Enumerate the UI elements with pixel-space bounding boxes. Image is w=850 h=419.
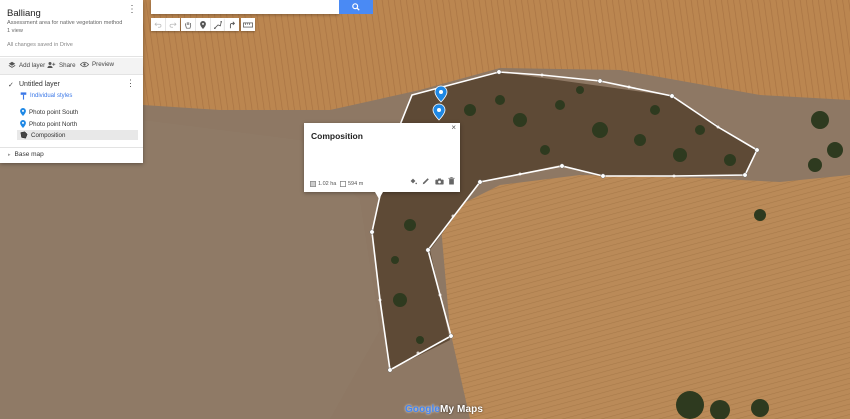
measure-button[interactable] [241,18,255,31]
pan-hand-icon [185,21,192,29]
divider [0,74,143,75]
feature-label: Composition [31,131,66,139]
draw-line-button[interactable] [211,18,225,31]
perimeter-measurement: 594 m [340,181,363,187]
style-button[interactable] [408,176,418,186]
add-layer-icon [8,61,16,68]
google-my-maps-logo: GoogleMy Maps [405,404,483,415]
share-icon [47,62,56,68]
add-marker-button[interactable] [196,18,211,31]
share-button[interactable]: Share [47,61,76,69]
map-title[interactable]: Balliang [7,8,41,19]
feature-item-photo-point-north[interactable]: Photo point North [20,120,77,128]
style-paint-roller-icon [20,92,27,100]
draw-line-icon [214,20,222,29]
style-paint-icon [410,178,417,185]
delete-button[interactable] [446,176,456,186]
area-icon [310,181,316,187]
redo-button[interactable] [166,18,180,31]
save-status: All changes saved in Drive [7,42,73,48]
feature-label: Photo point South [29,108,79,116]
feature-info-window: Composition × 1.02 ha 594 m [304,123,460,192]
undo-button[interactable] [151,18,166,31]
map-pin-icon [20,120,26,128]
area-measurement: 1.02 ha [310,181,336,187]
base-map-toggle[interactable]: ▸ Base map [8,151,44,158]
info-window-title: Composition [311,131,363,141]
feature-label: Photo point North [29,120,78,128]
preview-button[interactable]: Preview [80,61,114,68]
close-icon[interactable]: × [451,123,456,132]
search-button[interactable] [339,0,373,14]
perimeter-icon [340,181,346,187]
map-description[interactable]: Assessment area for native vegetation me… [7,20,122,26]
tools-group [181,18,225,31]
redo-icon [169,21,177,28]
layer-visibility-checkbox[interactable]: ✓ [8,81,14,89]
info-window-pointer [375,192,383,199]
map-sidebar-panel: Balliang Assessment area for native vege… [0,0,143,163]
feature-item-composition[interactable]: Composition [17,130,138,140]
undo-icon [154,21,162,28]
search-input[interactable] [151,0,339,14]
expand-arrow-icon: ▸ [8,151,11,158]
map-options-menu-icon[interactable]: ⋮ [127,5,137,15]
layer-options-menu-icon[interactable]: ⋮ [126,79,135,88]
polygon-icon [20,131,28,139]
layer-title[interactable]: Untitled layer [19,81,60,88]
measure-ruler-icon [243,22,253,27]
camera-icon [434,178,444,184]
base-map-label: Base map [14,151,44,158]
divider [0,56,143,57]
add-marker-icon [200,20,206,29]
share-label: Share [59,61,76,69]
preview-icon [80,61,89,68]
individual-styles-link[interactable]: Individual styles [20,92,72,100]
directions-group [225,18,239,31]
divider [0,147,143,148]
perimeter-value: 594 m [348,181,364,187]
edit-button[interactable] [421,176,431,186]
add-photo-button[interactable] [434,176,444,186]
edit-pencil-icon [422,178,429,185]
add-layer-button[interactable]: Add layer [8,61,45,69]
delete-icon [447,177,455,185]
individual-styles-label: Individual styles [30,93,73,99]
measure-group [241,18,255,31]
pan-tool-button[interactable] [181,18,196,31]
map-pin-icon [20,108,26,116]
google-wordmark: Google [405,404,441,415]
directions-button[interactable] [225,18,239,31]
undo-redo-group [151,18,180,31]
area-value: 1.02 ha [318,181,337,187]
panel-actions-bar: Add layer Share Preview [0,58,143,74]
preview-label: Preview [92,61,115,68]
feature-item-photo-point-south[interactable]: Photo point South [20,108,78,116]
search-icon [352,3,360,11]
my-maps-wordmark: My Maps [440,404,483,415]
directions-icon [229,20,236,28]
map-view-count: 1 view [7,28,23,34]
add-layer-label: Add layer [19,61,46,69]
